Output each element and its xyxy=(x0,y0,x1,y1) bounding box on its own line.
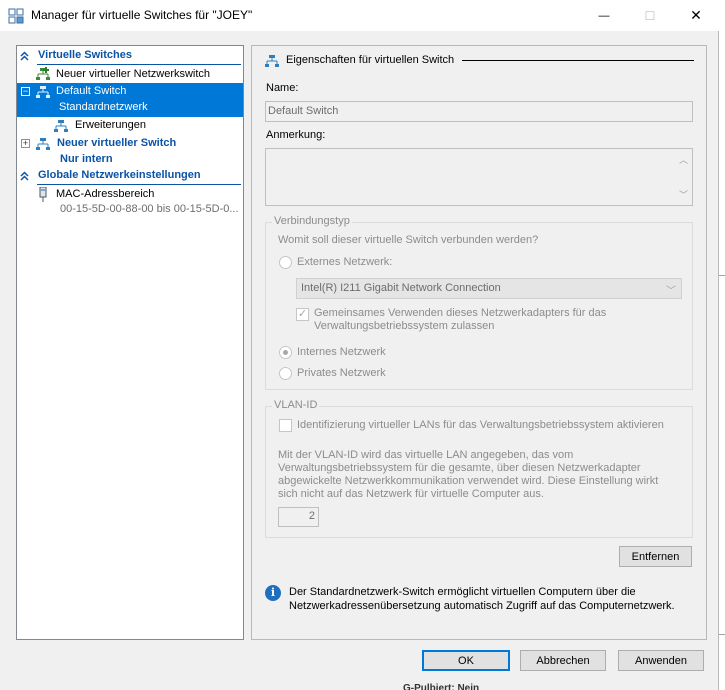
network-adapter-icon xyxy=(39,187,47,202)
maximize-icon: ☐ xyxy=(644,8,656,23)
title-bar: Manager für virtuelle Switches für "JOEY… xyxy=(0,0,719,31)
default-switch-label: Default Switch xyxy=(56,85,127,97)
tree-item-new-switch[interactable]: Neuer virtueller Netzwerkswitch xyxy=(17,66,243,84)
adapter-selected: Intel(R) I211 Gigabit Network Connection xyxy=(301,282,501,294)
global-settings-section[interactable]: Globale Netzwerkeinstellungen xyxy=(17,167,243,185)
global-settings-header: Globale Netzwerkeinstellungen xyxy=(38,169,201,181)
extensions-label: Erweiterungen xyxy=(75,119,146,131)
share-adapter-checkbox[interactable]: ✓ xyxy=(296,308,309,321)
background-partial-text: G-Pulbiert: Nein xyxy=(403,683,480,690)
vlan-legend: VLAN-ID xyxy=(272,399,320,411)
window-title: Manager für virtuelle Switches für "JOEY… xyxy=(31,8,253,22)
notes-label: Anmerkung: xyxy=(266,129,326,141)
minimize-icon: — xyxy=(598,9,610,22)
cancel-button[interactable]: Abbrechen xyxy=(520,650,606,671)
scroll-up-icon[interactable]: ︿ xyxy=(679,153,688,166)
collapse-icon[interactable]: − xyxy=(21,87,30,96)
close-button[interactable]: ✕ xyxy=(673,0,719,31)
internal-network-label: Internes Netzwerk xyxy=(297,346,386,358)
new-virtual-switch-type: Nur intern xyxy=(60,153,113,165)
default-switch-type: Standardnetzwerk xyxy=(59,101,148,113)
new-virtual-switch-label: Neuer virtueller Switch xyxy=(57,137,177,149)
info-icon: i xyxy=(265,585,281,601)
tree-item-mac-range[interactable]: MAC-Adressbereich 00-15-5D-00-88-00 bis … xyxy=(17,186,243,218)
expand-icon[interactable]: + xyxy=(21,139,30,148)
switch-manager-dialog: Manager für virtuelle Switches für "JOEY… xyxy=(0,0,719,690)
ok-button[interactable]: OK xyxy=(422,650,510,671)
new-switch-icon xyxy=(36,67,50,80)
connection-type-legend: Verbindungstyp xyxy=(272,215,352,227)
notes-field[interactable]: ︿ ﹀ xyxy=(265,148,693,206)
remove-button[interactable]: Entfernen xyxy=(619,546,692,567)
name-label: Name: xyxy=(266,82,299,94)
tree-item-new-virtual-switch[interactable]: + Neuer virtueller Switch Nur intern xyxy=(17,135,243,169)
hyperv-switch-manager-icon xyxy=(8,8,24,24)
vlan-id-field[interactable]: 2 xyxy=(278,507,319,527)
name-field[interactable]: Default Switch xyxy=(265,101,693,122)
external-network-label: Externes Netzwerk: xyxy=(297,256,393,268)
header-rule xyxy=(462,60,694,61)
vlan-description: Mit der VLAN-ID wird das virtuelle LAN a… xyxy=(278,449,659,500)
collapse-chevron-icon xyxy=(20,171,29,181)
extensions-icon xyxy=(54,120,68,132)
virtual-switches-section[interactable]: Virtuelle Switches xyxy=(17,47,243,65)
mac-range-label: MAC-Adressbereich xyxy=(56,188,155,200)
notes-scrollbar[interactable]: ︿ ﹀ xyxy=(676,149,692,205)
switch-icon xyxy=(36,86,50,98)
mac-range-value: 00-15-5D-00-88-00 bis 00-15-5D-0... xyxy=(60,203,239,215)
tree-item-extensions[interactable]: Erweiterungen xyxy=(17,117,243,135)
vlan-enable-checkbox[interactable] xyxy=(279,419,292,432)
switch-icon xyxy=(36,138,50,150)
private-network-label: Privates Netzwerk xyxy=(297,367,386,379)
adapter-dropdown[interactable]: Intel(R) I211 Gigabit Network Connection… xyxy=(296,278,682,299)
section-divider xyxy=(37,64,241,65)
properties-header: Eigenschaften für virtuellen Switch xyxy=(286,54,455,66)
properties-panel: Eigenschaften für virtuellen Switch Name… xyxy=(251,45,707,640)
virtual-switches-header: Virtuelle Switches xyxy=(38,49,132,61)
close-icon: ✕ xyxy=(690,7,702,23)
info-text: Der Standardnetzwerk-Switch ermöglicht v… xyxy=(289,586,675,612)
internal-network-radio[interactable] xyxy=(279,346,292,359)
scroll-down-icon[interactable]: ﹀ xyxy=(679,188,688,201)
background-window xyxy=(719,0,725,690)
private-network-radio[interactable] xyxy=(279,367,292,380)
external-network-radio[interactable] xyxy=(279,256,292,269)
connection-question: Womit soll dieser virtuelle Switch verbu… xyxy=(278,234,539,246)
connection-type-group: Verbindungstyp Womit soll dieser virtuel… xyxy=(265,215,693,390)
collapse-chevron-icon xyxy=(20,51,29,61)
maximize-button[interactable]: ☐ xyxy=(627,0,673,31)
chevron-down-icon: ﹀ xyxy=(666,286,676,297)
section-divider xyxy=(37,184,241,185)
vlan-enable-label: Identifizierung virtueller LANs für das … xyxy=(297,419,664,431)
switch-tree[interactable]: Virtuelle Switches Neuer virtueller Netz… xyxy=(16,45,244,640)
vlan-group: VLAN-ID Identifizierung virtueller LANs … xyxy=(265,399,693,538)
new-switch-label: Neuer virtueller Netzwerkswitch xyxy=(56,68,211,80)
share-adapter-label: Gemeinsames Verwenden dieses Netzwerkada… xyxy=(314,307,607,332)
minimize-button[interactable]: — xyxy=(581,0,627,31)
switch-icon xyxy=(265,55,279,67)
apply-button[interactable]: Anwenden xyxy=(618,650,704,671)
tree-item-default-switch[interactable]: − Default Switch Standardnetzwerk xyxy=(17,83,243,117)
